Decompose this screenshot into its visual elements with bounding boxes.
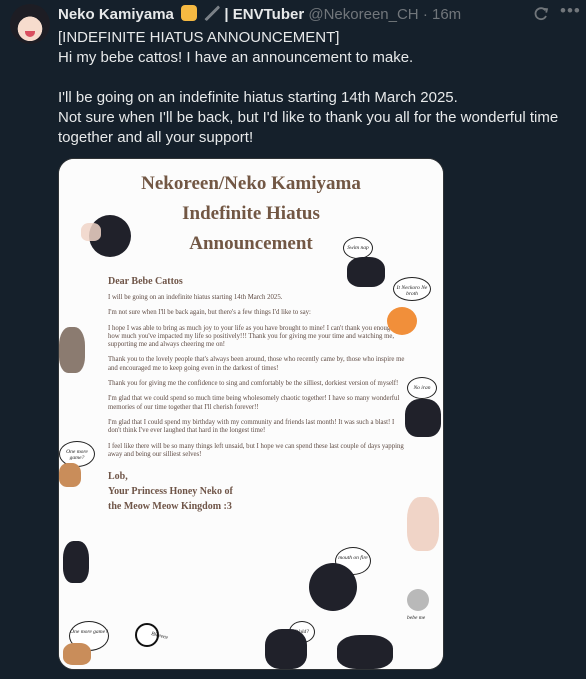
tweet-line: Hi my bebe cattos! I have an announcemen… bbox=[58, 49, 414, 66]
letter-paragraph: I hope I was able to bring as much joy t… bbox=[108, 324, 404, 349]
chibi-sticker bbox=[405, 399, 441, 437]
vtuber-portrait-sticker bbox=[309, 563, 357, 611]
avatar-ear bbox=[12, 4, 30, 21]
bird-sticker bbox=[407, 589, 429, 611]
letter-paragraph: Thank you to the lovely people that's al… bbox=[108, 356, 405, 372]
tweet-text: [INDEFINITE HIATUS ANNOUNCEMENT] Hi my b… bbox=[58, 28, 578, 148]
letter-paragraph: I'm not sure when I'll be back again, bu… bbox=[108, 309, 311, 317]
author-handle[interactable]: @Nekoreen_CH bbox=[308, 6, 418, 23]
tweet-line: Not sure when I'll be back, but I'd like… bbox=[58, 109, 559, 126]
letter-paragraph: I'm glad that we could spend so much tim… bbox=[108, 395, 400, 411]
chibi-sticker bbox=[63, 541, 89, 583]
cat-emoji-icon bbox=[181, 5, 198, 21]
sticker-caption: bebe me bbox=[407, 615, 426, 621]
more-icon[interactable]: ••• bbox=[560, 2, 581, 20]
cat-sticker bbox=[59, 327, 85, 373]
refresh-icon[interactable] bbox=[533, 6, 549, 26]
speech-bubble: Swim nap bbox=[343, 237, 373, 259]
author-title-suffix[interactable]: | ENVTuber bbox=[224, 6, 304, 23]
tweet-card[interactable]: Neko Kamiyama | ENVTuber @Nekoreen_CH · … bbox=[0, 0, 586, 679]
refresh-icon-svg bbox=[534, 7, 549, 21]
chibi-sticker bbox=[265, 629, 307, 669]
hiatus-announcement-poster: Nekoreen/Neko Kamiyama Indefinite Hiatus… bbox=[59, 159, 443, 669]
tweet-line bbox=[58, 68, 578, 88]
author-name[interactable]: Neko Kamiyama bbox=[58, 6, 174, 23]
tweet-line: I'll be going on an indefinite hiatus st… bbox=[58, 89, 458, 106]
tweet-line: together and all your support! bbox=[58, 129, 254, 146]
cat-ear-chibi-sticker bbox=[337, 635, 393, 669]
letter-closing: Lob, bbox=[108, 471, 128, 483]
food-bowl-sticker bbox=[387, 307, 417, 335]
portrait-face bbox=[81, 223, 101, 241]
letter-closing: Your Princess Honey Neko of bbox=[108, 486, 233, 498]
letter-paragraph: I will be going on an indefinite hiatus … bbox=[108, 294, 283, 301]
speech-bubble: It Neckoro Ne broth bbox=[393, 277, 431, 301]
poster-letter: Dear Bebe Cattos I will be going on an i… bbox=[108, 275, 408, 519]
author-avatar[interactable] bbox=[10, 4, 50, 44]
letter-closing: the Meow Meow Kingdom :3 bbox=[108, 501, 232, 513]
chibi-sticker bbox=[347, 257, 385, 287]
tweet-line: [INDEFINITE HIATUS ANNOUNCEMENT] bbox=[58, 29, 340, 46]
poster-title-line: Nekoreen/Neko Kamiyama bbox=[141, 173, 361, 194]
letter-paragraph: I'm glad that I could spend my birthday … bbox=[108, 418, 395, 435]
letter-paragraph: Thank you for giving me the confidence t… bbox=[108, 380, 399, 388]
knife-emoji-icon bbox=[204, 5, 221, 21]
tweet-time[interactable]: 16m bbox=[432, 6, 461, 23]
tweet-header: Neko Kamiyama | ENVTuber @Nekoreen_CH · … bbox=[58, 5, 548, 25]
cat-sticker bbox=[63, 643, 91, 665]
tweet-image[interactable]: Nekoreen/Neko Kamiyama Indefinite Hiatus… bbox=[58, 158, 444, 670]
chibi-sticker bbox=[407, 497, 439, 551]
letter-paragraph: I feel like there will be so many things… bbox=[108, 442, 404, 458]
avatar-mouth bbox=[25, 31, 35, 37]
cat-sticker bbox=[59, 463, 81, 487]
header-separator: · bbox=[422, 6, 428, 23]
avatar-ear bbox=[30, 4, 48, 21]
speech-bubble: No iran bbox=[407, 377, 437, 399]
